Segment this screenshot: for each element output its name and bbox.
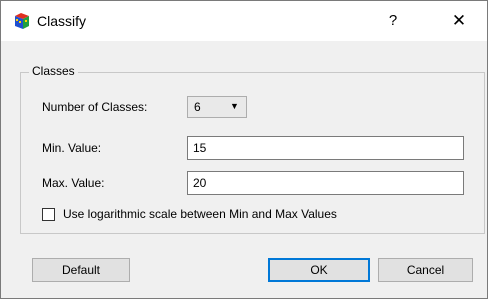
chevron-down-icon: ▼ — [230, 101, 239, 111]
log-scale-checkbox[interactable] — [42, 208, 55, 221]
classify-app-icon — [15, 13, 29, 29]
classes-group-title: Classes — [29, 64, 78, 78]
classify-dialog: Classify ? ✕ Classes Number of Classes: … — [0, 0, 488, 299]
number-of-classes-dropdown[interactable]: 6 ▼ — [187, 96, 247, 118]
title-bar: Classify ? ✕ — [1, 1, 487, 41]
min-value-label: Min. Value: — [42, 141, 102, 155]
dialog-title: Classify — [37, 13, 87, 29]
max-value-field[interactable] — [187, 171, 464, 195]
min-value-field[interactable] — [187, 136, 464, 160]
number-of-classes-value: 6 — [194, 100, 201, 114]
number-of-classes-label: Number of Classes: — [42, 100, 148, 114]
log-scale-label: Use logarithmic scale between Min and Ma… — [63, 207, 337, 221]
default-button[interactable]: Default — [32, 258, 130, 282]
cancel-button[interactable]: Cancel — [378, 258, 473, 282]
ok-button[interactable]: OK — [268, 258, 370, 282]
max-value-label: Max. Value: — [42, 176, 105, 190]
help-button[interactable]: ? — [381, 9, 405, 33]
close-button[interactable]: ✕ — [447, 9, 471, 33]
